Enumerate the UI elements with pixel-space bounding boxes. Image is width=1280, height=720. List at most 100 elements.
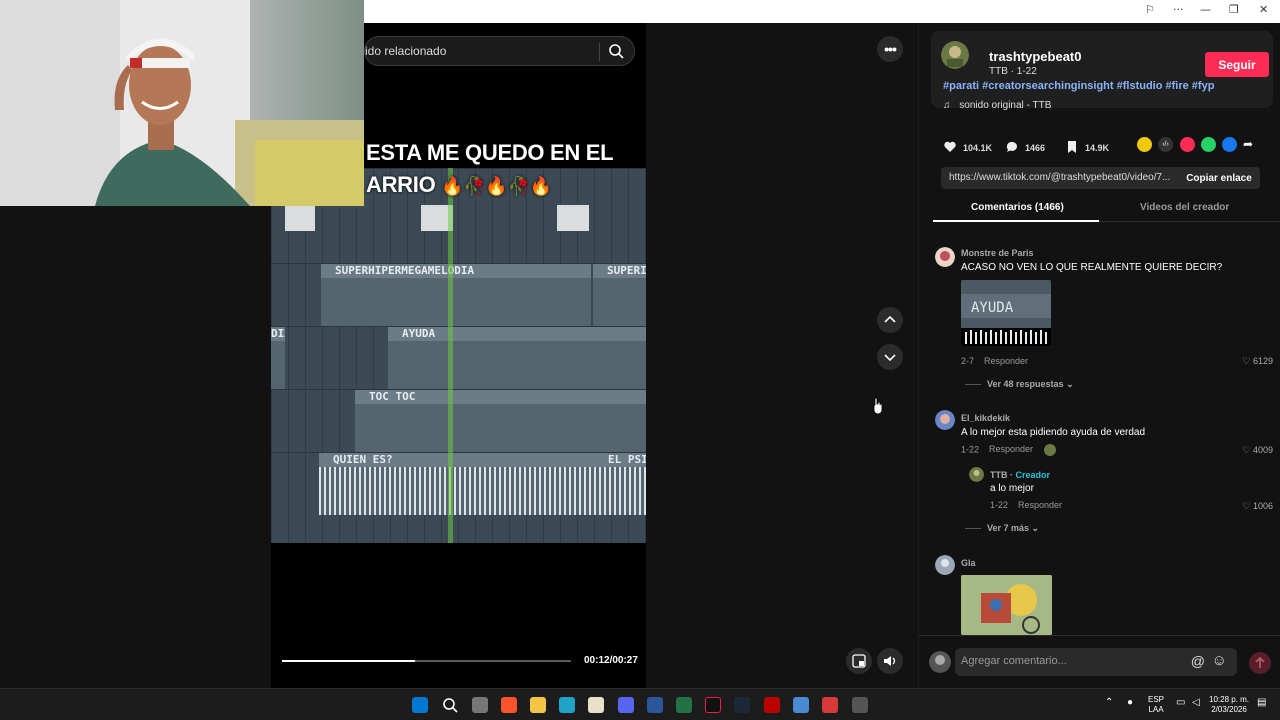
comment-meta: 2-7 Responder (961, 356, 1028, 366)
embed-code-icon[interactable]: ‹/› (1158, 137, 1173, 152)
clock[interactable]: 10:28 p. m. 2/03/2026 (1209, 695, 1249, 715)
photos-icon[interactable] (793, 697, 809, 713)
language-indicator[interactable]: ESP LAA (1148, 695, 1164, 715)
search-taskbar-icon[interactable] (442, 697, 458, 713)
track-label: EL PSIC (594, 453, 646, 467)
comment-avatar[interactable] (935, 247, 955, 267)
next-video-button[interactable] (877, 344, 903, 370)
reply-button[interactable]: Responder (1018, 500, 1062, 510)
comment-author[interactable]: El_kikdekik (961, 413, 1010, 423)
word-icon[interactable] (647, 697, 663, 713)
reply-button[interactable]: Responder (989, 444, 1033, 454)
like-stat[interactable]: 104.1K (943, 138, 992, 158)
reply-avatar[interactable] (969, 467, 984, 482)
share-arrow-icon[interactable]: ➦ (1243, 137, 1258, 152)
comment-date: 1-22 (961, 444, 980, 455)
more-options-icon[interactable]: ··· (1173, 3, 1184, 16)
comment-image[interactable] (961, 575, 1052, 635)
svg-text:AYUDA: AYUDA (971, 300, 1014, 316)
save-count: 14.9K (1085, 143, 1110, 153)
pdf-icon[interactable] (822, 697, 838, 713)
track-label: SUPERHIPERMEGAMELODIA (321, 264, 591, 278)
facebook-icon[interactable] (1222, 137, 1237, 152)
follow-button[interactable]: Seguir (1205, 52, 1269, 77)
comment-image[interactable]: AYUDA (961, 280, 1051, 346)
notepad-icon[interactable] (588, 697, 604, 713)
tab-creator-videos[interactable]: Videos del creador (1140, 202, 1229, 213)
notification-icon[interactable]: ▤ (1257, 698, 1266, 708)
save-stat[interactable]: 14.9K (1065, 138, 1109, 158)
chevron-down-icon (884, 354, 896, 362)
more-options-button[interactable]: ••• (877, 36, 903, 62)
discord-icon[interactable] (618, 697, 634, 713)
send-to-friends-icon[interactable] (1180, 137, 1195, 152)
comment-author[interactable]: Monstre de Paris (961, 248, 1034, 258)
search-icon[interactable] (608, 43, 624, 59)
volume-icon (884, 656, 896, 666)
whatsapp-icon[interactable] (1201, 137, 1216, 152)
video-sound[interactable]: ♫ sonido original - TTB (943, 100, 1051, 111)
heart-icon (943, 140, 959, 156)
music-note-icon: ♫ (943, 100, 951, 111)
maximize-button[interactable]: ❐ (1229, 3, 1239, 16)
creator-avatar[interactable] (941, 41, 969, 69)
video-hashtags[interactable]: #parati #creatorsearchinginsight #flstud… (943, 80, 1214, 92)
comment-like-button[interactable]: ♡ 4009 (1242, 445, 1273, 456)
copy-link-button[interactable]: Copiar enlace (1178, 167, 1260, 189)
tab-comments[interactable]: Comentarios (1466) (971, 202, 1064, 213)
windows-taskbar: ⌃ ● ESP LAA ▭ ◁ 10:28 p. m. 2/03/2026 ▤ (0, 688, 1280, 720)
close-window-button[interactable]: ✕ (1259, 3, 1268, 16)
share-url[interactable]: https://www.tiktok.com/@trashtypebeat0/v… (949, 172, 1179, 183)
speaker-icon[interactable]: ◁ (1192, 698, 1200, 708)
task-view-icon[interactable] (472, 697, 488, 713)
edge-browser-icon[interactable] (559, 697, 575, 713)
daw-clip: SUPERHIPERMEGAMELODIA (321, 264, 591, 326)
microphone-icon[interactable]: ● (1127, 698, 1133, 708)
file-explorer-icon[interactable] (530, 697, 546, 713)
translate-icon[interactable]: ⚐ (1145, 3, 1155, 16)
caption-line-2-text: ARRIO (366, 172, 436, 197)
embed-coin-icon[interactable] (1137, 137, 1152, 152)
creator-username[interactable]: trashtypebeat0 (989, 49, 1081, 64)
reply-author-name: TTB (990, 470, 1008, 480)
search-input[interactable]: ido relacionado (364, 36, 635, 66)
comment-stat[interactable]: 1466 (1005, 138, 1045, 158)
reply-author[interactable]: TTB · Creador (990, 470, 1050, 480)
track-label: DIA (271, 327, 285, 341)
daw-clip: TOC TOC (355, 390, 646, 452)
view-more-replies-button[interactable]: Ver 7 más ⌄ (965, 523, 1039, 534)
settings-app-icon[interactable] (852, 697, 868, 713)
track-label: SUPERI (593, 264, 646, 278)
reply-button[interactable]: Responder (984, 356, 1028, 366)
brave-browser-icon[interactable] (501, 697, 517, 713)
tiktok-icon[interactable] (705, 697, 721, 713)
webcam-overlay (0, 0, 364, 206)
comment-like-button[interactable]: ♡ 6129 (1242, 356, 1273, 367)
video-progress-bar[interactable] (282, 660, 571, 662)
post-comment-button[interactable] (1249, 652, 1271, 674)
view-replies-button[interactable]: Ver 48 respuestas ⌄ (965, 379, 1074, 390)
pip-icon (852, 654, 866, 668)
steam-icon[interactable] (734, 697, 750, 713)
comment-input[interactable]: Agregar comentario... @ ☺ (955, 648, 1237, 676)
emoji-icon[interactable]: ☺ (1212, 652, 1227, 669)
network-icon[interactable]: ▭ (1176, 698, 1185, 708)
comment-avatar[interactable] (935, 410, 955, 430)
start-button-icon[interactable] (412, 697, 428, 713)
minimize-button[interactable]: — (1200, 3, 1211, 16)
pip-button[interactable] (846, 648, 872, 674)
reply-date: 1-22 (990, 500, 1009, 510)
mention-icon[interactable]: @ (1191, 653, 1205, 669)
comment-author[interactable]: Gla (961, 558, 976, 568)
previous-video-button[interactable] (877, 307, 903, 333)
current-user-avatar[interactable] (929, 651, 951, 673)
volume-button[interactable] (877, 648, 903, 674)
chevron-up-tray-icon[interactable]: ⌃ (1105, 698, 1113, 708)
comment-avatar[interactable] (935, 555, 955, 575)
app-red-icon[interactable] (764, 697, 780, 713)
excel-icon[interactable] (676, 697, 692, 713)
comment-date: 2-7 (961, 356, 975, 366)
sound-label: sonido original - TTB (959, 100, 1052, 111)
mouse-cursor-icon (873, 397, 883, 415)
reply-like-button[interactable]: ♡ 1006 (1242, 501, 1273, 512)
